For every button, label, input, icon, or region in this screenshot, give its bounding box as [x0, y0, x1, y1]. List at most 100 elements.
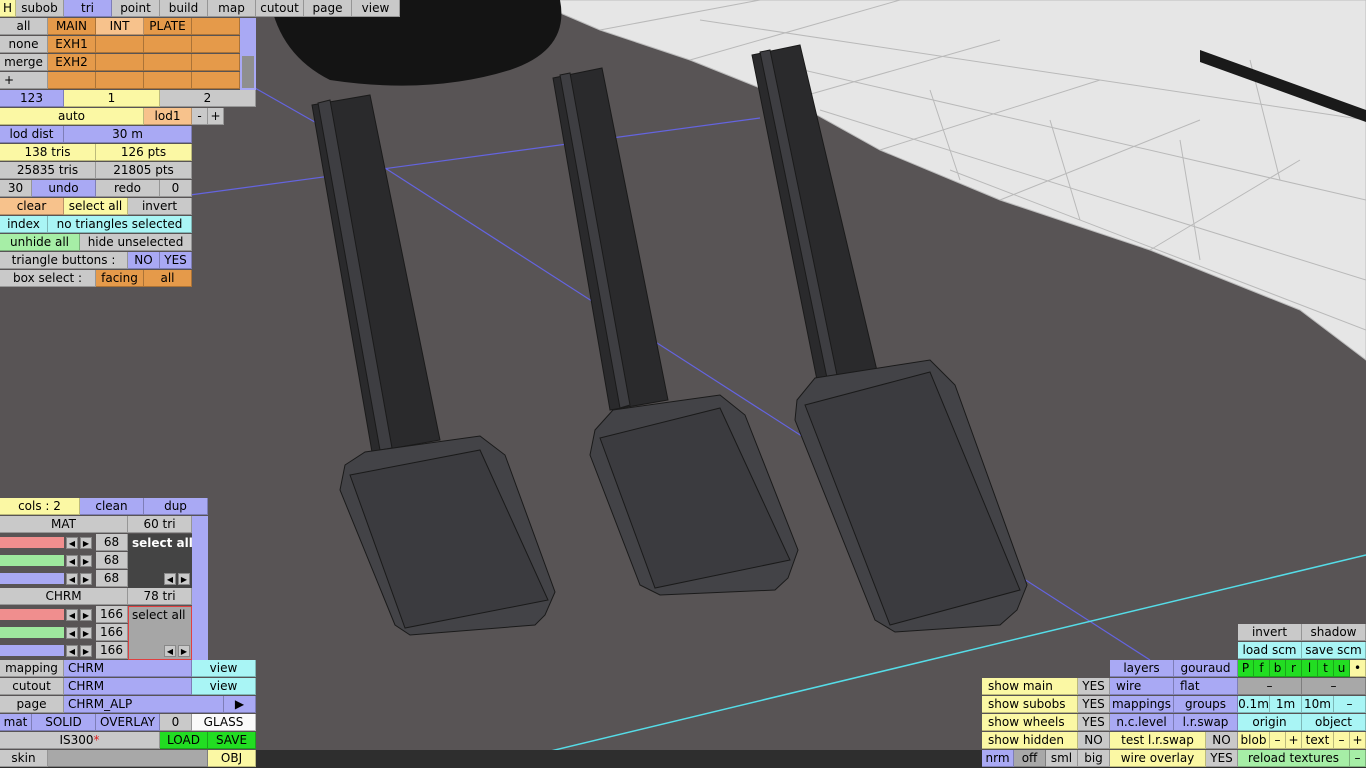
- layers-button[interactable]: layers: [1110, 660, 1174, 677]
- mat-glass-button[interactable]: GLASS: [192, 714, 256, 731]
- color-slider-b[interactable]: [0, 645, 64, 656]
- decrease-arrow-icon[interactable]: ◀: [66, 609, 78, 621]
- increase-arrow-icon[interactable]: ▶: [80, 537, 92, 549]
- normals-small[interactable]: sml: [1046, 750, 1078, 767]
- decrease-arrow-icon[interactable]: ◀: [66, 537, 78, 549]
- decrease-arrow-icon[interactable]: ◀: [66, 627, 78, 639]
- material-name-mat[interactable]: MAT: [0, 516, 128, 533]
- mapping-value[interactable]: CHRM: [64, 660, 192, 677]
- load-button[interactable]: LOAD: [160, 732, 208, 749]
- color-value[interactable]: 68: [96, 570, 128, 587]
- flag-dot[interactable]: •: [1350, 660, 1366, 677]
- save-button[interactable]: SAVE: [208, 732, 256, 749]
- scale-10m[interactable]: 10m: [1302, 696, 1334, 713]
- cutout-value[interactable]: CHRM: [64, 678, 192, 695]
- unhide-all-button[interactable]: unhide all: [0, 234, 80, 251]
- next-arrow-icon[interactable]: ▶: [178, 573, 190, 585]
- show-wheels-toggle[interactable]: YES: [1078, 714, 1110, 731]
- mat-zero[interactable]: 0: [160, 714, 192, 731]
- lod-minus-button[interactable]: -: [192, 108, 208, 125]
- lod-auto-button[interactable]: auto: [0, 108, 144, 125]
- color-value[interactable]: 166: [96, 606, 128, 623]
- subob-slot-3-0[interactable]: [48, 72, 96, 89]
- menu-view[interactable]: view: [352, 0, 400, 17]
- show-main-toggle[interactable]: YES: [1078, 678, 1110, 695]
- lod-plus-button[interactable]: +: [208, 108, 224, 125]
- undo-button[interactable]: undo: [32, 180, 96, 197]
- normals-big[interactable]: big: [1078, 750, 1110, 767]
- decrease-arrow-icon[interactable]: ◀: [66, 573, 78, 585]
- decrease-arrow-icon[interactable]: ◀: [66, 555, 78, 567]
- scale-dash-2[interactable]: –: [1302, 678, 1366, 695]
- blob-minus[interactable]: –: [1270, 732, 1286, 749]
- subob-slot-0-2[interactable]: PLATE: [144, 18, 192, 35]
- normals-off[interactable]: off: [1014, 750, 1046, 767]
- subob-slot-0-3[interactable]: [192, 18, 240, 35]
- color-value[interactable]: 166: [96, 642, 128, 659]
- view-invert-button[interactable]: invert: [1238, 624, 1302, 641]
- cols-count[interactable]: cols : 2: [0, 498, 80, 515]
- reload-minus[interactable]: –: [1350, 750, 1366, 767]
- menu-point[interactable]: point: [112, 0, 160, 17]
- load-scm-button[interactable]: load scm: [1238, 642, 1302, 659]
- menu-subob[interactable]: subob: [16, 0, 64, 17]
- text-minus[interactable]: –: [1334, 732, 1350, 749]
- blob-plus[interactable]: +: [1286, 732, 1302, 749]
- subob-slot-2-2[interactable]: [144, 54, 192, 71]
- mat-solid-button[interactable]: SOLID: [32, 714, 96, 731]
- increase-arrow-icon[interactable]: ▶: [80, 573, 92, 585]
- subob-slot-1-3[interactable]: [192, 36, 240, 53]
- color-slider-g[interactable]: [0, 555, 64, 566]
- subob-none-button[interactable]: none: [0, 36, 48, 53]
- increase-arrow-icon[interactable]: ▶: [80, 645, 92, 657]
- menu-map[interactable]: map: [208, 0, 256, 17]
- color-value[interactable]: 68: [96, 534, 128, 551]
- flag-b[interactable]: b: [1270, 660, 1286, 677]
- box-select-all[interactable]: all: [144, 270, 192, 287]
- menu-page[interactable]: page: [304, 0, 352, 17]
- scale-1m[interactable]: 1m: [1270, 696, 1302, 713]
- mappings-button[interactable]: mappings: [1110, 696, 1174, 713]
- color-slider-r[interactable]: [0, 537, 64, 548]
- test-lr-swap-toggle[interactable]: NO: [1206, 732, 1238, 749]
- obj-button[interactable]: OBJ: [208, 750, 256, 767]
- flag-f[interactable]: f: [1254, 660, 1270, 677]
- increase-arrow-icon[interactable]: ▶: [80, 555, 92, 567]
- subob-all-button[interactable]: all: [0, 18, 48, 35]
- flag-P[interactable]: P: [1238, 660, 1254, 677]
- triangle-buttons-no[interactable]: NO: [128, 252, 160, 269]
- subob-scroll-thumb[interactable]: [242, 56, 254, 88]
- groups-button[interactable]: groups: [1174, 696, 1238, 713]
- scale-0-1m[interactable]: 0.1m: [1238, 696, 1270, 713]
- tab-1[interactable]: 1: [64, 90, 160, 107]
- show-subobs-toggle[interactable]: YES: [1078, 696, 1110, 713]
- subob-slot-3-2[interactable]: [144, 72, 192, 89]
- nrm-button[interactable]: nrm: [982, 750, 1014, 767]
- subob-slot-3-1[interactable]: [96, 72, 144, 89]
- flag-u[interactable]: u: [1334, 660, 1350, 677]
- reload-textures-button[interactable]: reload textures: [1238, 750, 1350, 767]
- subob-slot-2-0[interactable]: EXH2: [48, 54, 96, 71]
- wire-button[interactable]: wire: [1110, 678, 1174, 695]
- select-all-button[interactable]: select all: [64, 198, 128, 215]
- subob-slot-0-1[interactable]: INT: [96, 18, 144, 35]
- material-name-chrm[interactable]: CHRM: [0, 588, 128, 605]
- test-lr-swap-button[interactable]: test l.r.swap: [1110, 732, 1206, 749]
- wire-overlay-toggle[interactable]: YES: [1206, 750, 1238, 767]
- color-value[interactable]: 166: [96, 624, 128, 641]
- flat-button[interactable]: flat: [1174, 678, 1238, 695]
- clean-button[interactable]: clean: [80, 498, 144, 515]
- color-slider-r[interactable]: [0, 609, 64, 620]
- save-scm-button[interactable]: save scm: [1302, 642, 1366, 659]
- subob-slot-3-3[interactable]: [192, 72, 240, 89]
- tab-123[interactable]: 123: [0, 90, 64, 107]
- object-button[interactable]: object: [1302, 714, 1366, 731]
- scale-minus[interactable]: –: [1334, 696, 1366, 713]
- text-plus[interactable]: +: [1350, 732, 1366, 749]
- flag-l[interactable]: l: [1302, 660, 1318, 677]
- hide-unselected-button[interactable]: hide unselected: [80, 234, 192, 251]
- tab-2[interactable]: 2: [160, 90, 256, 107]
- subob-merge-button[interactable]: merge: [0, 54, 48, 71]
- lod-dist-value[interactable]: 30 m: [64, 126, 192, 143]
- index-button[interactable]: index: [0, 216, 48, 233]
